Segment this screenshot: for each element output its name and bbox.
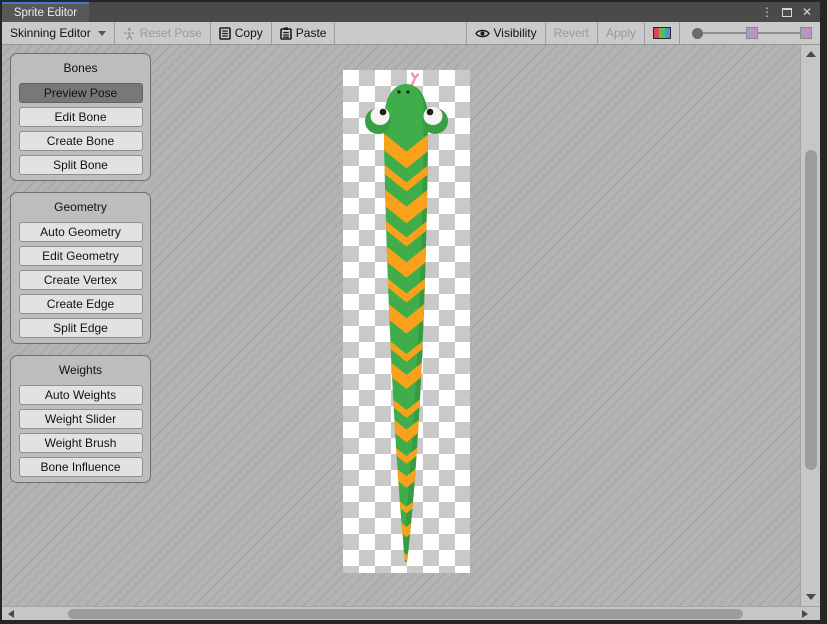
create-vertex-button[interactable]: Create Vertex — [19, 270, 143, 290]
reset-pose-person-icon — [123, 27, 136, 40]
opacity-sliders — [680, 22, 820, 44]
tab-sprite-editor[interactable]: Sprite Editor — [2, 2, 89, 22]
panel-geometry-title: Geometry — [11, 198, 150, 222]
toolbar-spacer — [335, 22, 465, 44]
split-edge-button[interactable]: Split Edge — [19, 318, 143, 338]
sprite-color-swatch-button[interactable] — [645, 22, 679, 44]
bone-pattern-icon — [746, 27, 758, 39]
panel-bones-title: Bones — [11, 59, 150, 83]
vertical-scrollbar[interactable] — [800, 45, 820, 606]
bone-opacity-slider-knob[interactable] — [692, 28, 703, 39]
maximize-icon[interactable] — [780, 5, 794, 19]
snake-sprite-image — [343, 70, 470, 573]
tab-bar: Sprite Editor ⋮ ✕ — [2, 2, 820, 22]
auto-weights-button[interactable]: Auto Weights — [19, 385, 143, 405]
rgb-swatch-icon — [653, 27, 671, 39]
vertical-scrollbar-thumb[interactable] — [805, 150, 817, 470]
weight-slider-button[interactable]: Weight Slider — [19, 409, 143, 429]
scroll-right-icon[interactable] — [802, 610, 808, 618]
horizontal-scrollbar-thumb[interactable] — [68, 609, 743, 619]
tab-title: Sprite Editor — [14, 7, 77, 19]
visibility-button[interactable]: Visibility — [467, 22, 545, 44]
panel-weights: Weights Auto Weights Weight Slider Weigh… — [10, 355, 151, 483]
weight-brush-button[interactable]: Weight Brush — [19, 433, 143, 453]
bone-influence-button[interactable]: Bone Influence — [19, 457, 143, 477]
toolbar: Skinning Editor Reset Pose Copy Paste — [2, 22, 820, 45]
panel-geometry: Geometry Auto Geometry Edit Geometry Cre… — [10, 192, 151, 344]
chevron-down-icon — [98, 31, 106, 36]
apply-button[interactable]: Apply — [598, 22, 644, 44]
sprite-editor-window: Sprite Editor ⋮ ✕ Skinning Editor Reset … — [0, 0, 827, 624]
edit-geometry-button[interactable]: Edit Geometry — [19, 246, 143, 266]
copy-icon — [219, 27, 231, 40]
scroll-down-icon[interactable] — [806, 594, 816, 600]
menu-icon[interactable]: ⋮ — [760, 5, 774, 19]
panel-bones: Bones Preview Pose Edit Bone Create Bone… — [10, 53, 151, 181]
paste-icon — [280, 27, 292, 40]
sprite-texture-view[interactable] — [343, 70, 470, 573]
horizontal-scrollbar[interactable] — [2, 606, 820, 620]
create-bone-button[interactable]: Create Bone — [19, 131, 143, 151]
edit-bone-button[interactable]: Edit Bone — [19, 107, 143, 127]
window-controls: ⋮ ✕ — [760, 2, 820, 22]
eye-icon — [475, 28, 490, 39]
reset-pose-button[interactable]: Reset Pose — [115, 22, 210, 44]
paste-button[interactable]: Paste — [272, 22, 335, 44]
close-icon[interactable]: ✕ — [800, 5, 814, 19]
bone-opacity-slider-track[interactable] — [703, 32, 746, 34]
create-edge-button[interactable]: Create Edge — [19, 294, 143, 314]
auto-geometry-button[interactable]: Auto Geometry — [19, 222, 143, 242]
preview-pose-button[interactable]: Preview Pose — [19, 83, 143, 103]
scroll-up-icon[interactable] — [806, 51, 816, 57]
panel-weights-title: Weights — [11, 361, 150, 385]
skinning-editor-dropdown[interactable]: Skinning Editor — [2, 22, 114, 44]
revert-button[interactable]: Revert — [546, 22, 597, 44]
split-bone-button[interactable]: Split Bone — [19, 155, 143, 175]
mesh-pattern-icon — [800, 27, 812, 39]
scroll-left-icon[interactable] — [8, 610, 14, 618]
mesh-opacity-slider-track[interactable] — [758, 32, 801, 34]
copy-button[interactable]: Copy — [211, 22, 271, 44]
